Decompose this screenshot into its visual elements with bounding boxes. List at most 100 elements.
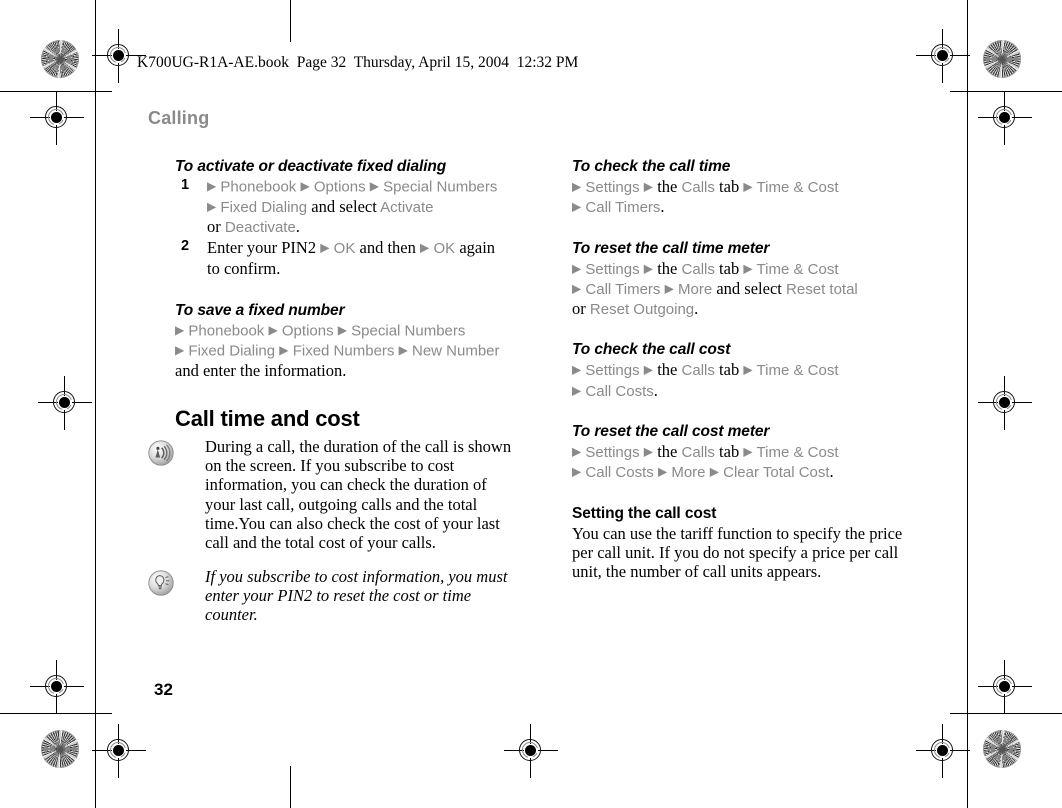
step-path-lines: ▶ Phonebook ▶ Options ▶ Special Numbers ▶… bbox=[207, 177, 520, 237]
path-line: or Reset Outgoing. bbox=[572, 299, 917, 319]
path-arrow-icon: ▶ bbox=[572, 464, 582, 479]
registration-mark-bottom-center bbox=[504, 724, 558, 778]
registration-mark-middle-left bbox=[38, 376, 92, 430]
heading-save-a-fixed-number: To save a fixed number bbox=[175, 301, 345, 319]
heading-check-the-call-time: To check the call time bbox=[572, 158, 731, 175]
ui-term: Call Costs bbox=[585, 464, 654, 482]
path-line: ▶ Call Costs ▶ More ▶ Clear Total Cost. bbox=[572, 462, 917, 482]
path-plain-text: the bbox=[657, 258, 678, 278]
ui-term: Settings bbox=[585, 444, 640, 462]
path-line: ▶ Call Timers. bbox=[572, 197, 917, 217]
path-arrow-icon: ▶ bbox=[175, 322, 185, 337]
trim-line-bottom-center-left bbox=[290, 766, 291, 808]
path-arrow-icon: ▶ bbox=[279, 342, 289, 357]
trim-line-right bbox=[967, 0, 968, 808]
step-path-lines: Enter your PIN2 ▶ OK and then ▶ OK again… bbox=[207, 238, 520, 279]
path-arrow-icon: ▶ bbox=[572, 281, 582, 296]
heading-reset-the-call-time-meter: To reset the call time meter bbox=[572, 239, 770, 257]
ui-term: Calls bbox=[681, 444, 715, 462]
ui-term: Calls bbox=[681, 260, 715, 278]
trim-line-top-center-left bbox=[290, 0, 291, 42]
path-plain-text: again bbox=[459, 238, 496, 258]
path-plain-text: or bbox=[572, 299, 586, 319]
path-line: or Deactivate. bbox=[207, 217, 520, 237]
ui-term: Calls bbox=[681, 179, 715, 196]
path-plain-text: and select bbox=[716, 278, 782, 298]
step-number: 2 bbox=[181, 238, 190, 255]
path-arrow-icon: ▶ bbox=[643, 362, 654, 377]
running-head-chapter: Calling bbox=[148, 108, 210, 128]
path-line: ▶ Settings ▶ the Calls tab ▶ Time & Cost bbox=[572, 360, 917, 380]
note-call-time-and-cost: During a call, the duration of the call … bbox=[148, 436, 520, 553]
ui-term: More bbox=[671, 464, 706, 482]
heading-activate-deactivate-fixed-dialing: To activate or deactivate fixed dialing bbox=[175, 158, 447, 175]
path-line: ▶ Settings ▶ the Calls tab ▶ Time & Cost bbox=[572, 442, 917, 462]
path-arrow-icon: ▶ bbox=[572, 199, 582, 214]
path-plain-text: and select bbox=[311, 196, 377, 216]
path-plain-text: . bbox=[295, 217, 300, 237]
ui-term: Activate bbox=[380, 198, 434, 216]
path-plain-text: . bbox=[660, 197, 665, 217]
path-arrow-icon: ▶ bbox=[320, 240, 330, 255]
path-arrow-icon: ▶ bbox=[175, 342, 185, 357]
ui-term: Time & Cost bbox=[756, 179, 839, 196]
path-plain-text: to confirm. bbox=[207, 258, 281, 278]
path-reset-call-time-meter: ▶ Settings ▶ the Calls tab ▶ Time & Cost… bbox=[572, 259, 917, 320]
path-arrow-icon: ▶ bbox=[420, 240, 430, 255]
ui-term: Options bbox=[313, 178, 366, 196]
path-line: and enter the information. bbox=[175, 361, 520, 381]
path-line: ▶ Call Costs. bbox=[572, 381, 917, 401]
path-plain-text: tab bbox=[719, 177, 740, 196]
ui-term: Calls bbox=[681, 362, 715, 380]
ui-term: Call Timers bbox=[585, 280, 661, 298]
note-text-call-time-and-cost: During a call, the duration of the call … bbox=[205, 436, 512, 553]
path-plain-text: . bbox=[829, 462, 834, 482]
ui-term: Time & Cost bbox=[756, 362, 839, 380]
ui-term: OK bbox=[333, 240, 356, 258]
path-plain-text: and enter the information. bbox=[175, 360, 347, 380]
ui-term: Deactivate bbox=[224, 219, 296, 237]
path-line: ▶ Settings ▶ the Calls tab ▶ Time & Cost bbox=[572, 177, 917, 197]
registration-mark-upper-right-inner bbox=[978, 91, 1032, 145]
color-rosette-top-right bbox=[983, 40, 1021, 78]
text-setting-the-call-cost: You can use the tariff function to speci… bbox=[572, 523, 903, 582]
registration-mark-upper-left-inner bbox=[30, 91, 84, 145]
path-arrow-icon: ▶ bbox=[300, 179, 310, 193]
ui-term: Time & Cost bbox=[756, 444, 839, 462]
path-arrow-icon: ▶ bbox=[207, 199, 217, 214]
path-plain-text: tab bbox=[719, 360, 740, 380]
path-arrow-icon: ▶ bbox=[398, 342, 408, 357]
color-rosette-bottom-right bbox=[983, 730, 1021, 768]
step-item: 1 ▶ Phonebook ▶ Options ▶ Special Number… bbox=[175, 177, 520, 237]
ui-term: Phonebook bbox=[188, 322, 265, 340]
ui-term: Fixed Dialing bbox=[188, 342, 276, 360]
path-plain-text: . bbox=[653, 380, 658, 400]
ui-term: Reset Outgoing bbox=[589, 301, 695, 319]
ui-term: Call Timers bbox=[585, 199, 661, 217]
trim-line-left bbox=[95, 0, 96, 808]
path-plain-text: tab bbox=[719, 258, 740, 278]
path-check-call-time: ▶ Settings ▶ the Calls tab ▶ Time & Cost… bbox=[572, 177, 917, 218]
path-arrow-icon: ▶ bbox=[572, 179, 582, 194]
registration-mark-middle-right bbox=[978, 376, 1032, 430]
path-plain-text: Enter your PIN2 bbox=[207, 238, 317, 258]
path-arrow-icon: ▶ bbox=[369, 179, 379, 193]
path-plain-text: or bbox=[207, 217, 221, 237]
path-arrow-icon: ▶ bbox=[743, 362, 753, 377]
ui-term: Fixed Numbers bbox=[292, 342, 395, 360]
right-column: To check the call time ▶ Settings ▶ the … bbox=[572, 158, 917, 582]
ui-term: OK bbox=[433, 240, 456, 258]
heading-reset-the-call-cost-meter: To reset the call cost meter bbox=[572, 423, 770, 441]
ui-term: Fixed Dialing bbox=[220, 198, 308, 216]
path-plain-text: . bbox=[694, 299, 699, 319]
path-arrow-icon: ▶ bbox=[572, 444, 582, 459]
ui-term: Settings bbox=[585, 179, 640, 196]
path-arrow-icon: ▶ bbox=[743, 179, 753, 194]
ui-term: Settings bbox=[585, 260, 640, 278]
heading-check-the-call-cost: To check the call cost bbox=[572, 341, 731, 359]
path-save-fixed-number: ▶ Phonebook ▶ Options ▶ Special Numbers ▶… bbox=[175, 321, 520, 381]
call-sound-icon bbox=[148, 440, 174, 466]
path-line: ▶ Call Timers ▶ More and select Reset to… bbox=[572, 279, 917, 299]
lightbulb-tip-icon bbox=[148, 570, 174, 596]
path-plain-text: tab bbox=[719, 442, 740, 462]
